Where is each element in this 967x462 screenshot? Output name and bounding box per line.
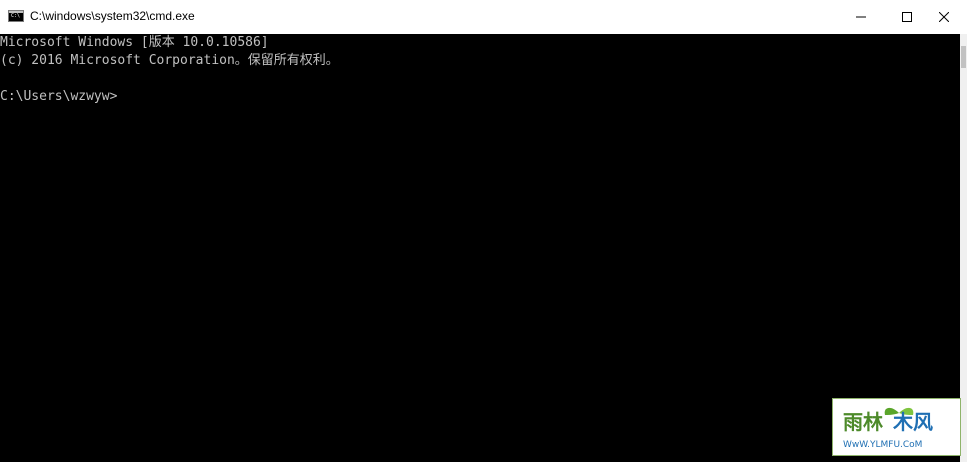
vertical-scrollbar[interactable]: [960, 34, 967, 462]
console-line-version: Microsoft Windows [版本 10.0.10586]: [0, 35, 269, 50]
minimize-icon: [856, 16, 866, 18]
ylmf-logo-icon: 雨林 木风 WwW.YLMFU.CoM: [833, 399, 960, 455]
console-line-copyright: (c) 2016 Microsoft Corporation。保留所有权利。: [0, 53, 339, 68]
svg-text:雨林: 雨林: [843, 410, 883, 434]
title-bar[interactable]: C:\ C:\windows\system32\cmd.exe: [0, 0, 967, 34]
minimize-button[interactable]: [838, 0, 884, 34]
console-prompt[interactable]: C:\Users\wzwyw>: [0, 89, 117, 105]
cmd-window: C:\ C:\windows\system32\cmd.exe Microsof…: [0, 0, 967, 462]
close-icon: [939, 12, 949, 22]
cmd-app-icon[interactable]: C:\: [8, 10, 24, 22]
svg-text:木风: 木风: [892, 410, 933, 434]
window-title: C:\windows\system32\cmd.exe: [30, 9, 195, 23]
maximize-icon: [902, 12, 912, 22]
scrollbar-thumb[interactable]: [961, 46, 966, 68]
app-icon-label: C:\: [11, 13, 21, 19]
console-output[interactable]: Microsoft Windows [版本 10.0.10586] (c) 20…: [0, 34, 960, 462]
watermark-logo: 雨林 木风 WwW.YLMFU.CoM: [832, 398, 961, 456]
close-button[interactable]: [921, 0, 967, 34]
svg-text:WwW.YLMFU.CoM: WwW.YLMFU.CoM: [843, 440, 922, 450]
